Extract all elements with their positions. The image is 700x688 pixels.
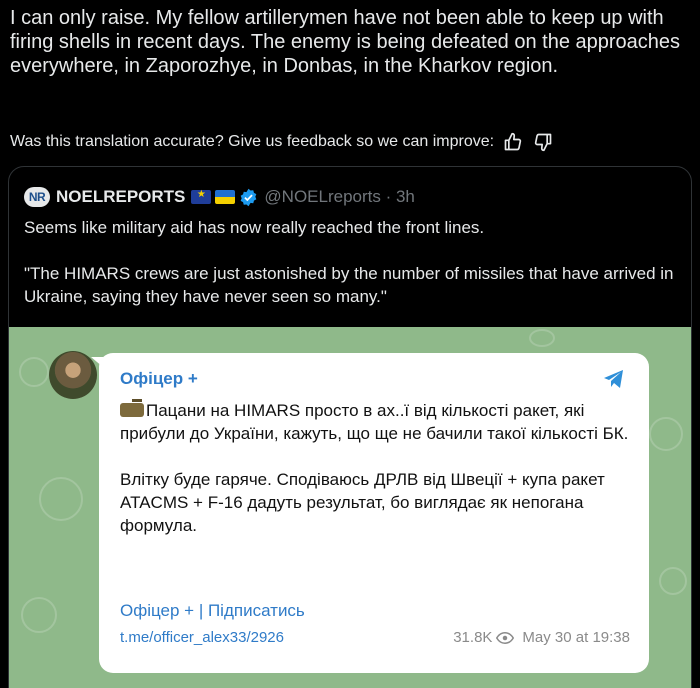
quoted-tweet-text: Seems like military aid has now really r…: [24, 216, 674, 331]
telegram-post-url[interactable]: t.me/officer_alex33/2926: [120, 629, 284, 646]
telegram-meta: 31.8K May 30 at 19:38: [453, 629, 630, 646]
avatar[interactable]: NR: [24, 187, 50, 207]
feedback-prompt: Was this translation accurate? Give us f…: [10, 133, 495, 150]
view-count: 31.8K: [453, 629, 493, 646]
translation-feedback: Was this translation accurate? Give us f…: [10, 131, 554, 153]
avatar[interactable]: [49, 351, 97, 399]
telegram-paragraph-text: Пацани на HIMARS просто в ах..ї від кіль…: [120, 401, 629, 443]
quoted-tweet-header: NR NOELREPORTS @NOELreports · 3h: [24, 185, 415, 209]
telegram-message-text: Пацани на HIMARS просто в ах..ї від кіль…: [120, 399, 630, 560]
author-name[interactable]: NOELREPORTS: [56, 187, 185, 207]
wallpaper-doodle: [659, 567, 687, 595]
wallpaper-doodle: [19, 357, 49, 387]
quote-paragraph: "The HIMARS crews are just astonished by…: [24, 264, 674, 306]
verified-icon: [241, 188, 257, 206]
quoted-tweet[interactable]: NR NOELREPORTS @NOELreports · 3h Seems l…: [8, 166, 692, 688]
wallpaper-doodle: [649, 417, 683, 451]
translated-text: I can only raise. My fellow artillerymen…: [10, 7, 681, 77]
telegram-message-bubble: Офіцер + Пацани на HIMARS просто в ах..ї…: [99, 353, 649, 673]
tank-emoji-icon: [120, 399, 144, 417]
telegram-subscribe-link[interactable]: Офіцер + | Підписатись: [120, 601, 305, 621]
eu-flag-icon: [191, 189, 212, 204]
thumbs-down-icon[interactable]: [532, 131, 554, 153]
telegram-channel-name[interactable]: Офіцер +: [120, 369, 198, 389]
ukraine-flag-icon: [215, 190, 236, 204]
post-date: May 30 at 19:38: [522, 629, 630, 646]
wallpaper-doodle: [529, 329, 555, 347]
telegram-send-icon: [604, 370, 623, 388]
eye-icon: [496, 631, 515, 644]
telegram-paragraph: Пацани на HIMARS просто в ах..ї від кіль…: [120, 399, 630, 445]
wallpaper-doodle: [21, 597, 57, 633]
handle-timestamp[interactable]: @NOELreports · 3h: [264, 187, 414, 207]
thumbs-up-icon[interactable]: [502, 131, 524, 153]
telegram-paragraph: Влітку буде гаряче. Сподіваюсь ДРЛВ від …: [120, 470, 605, 535]
wallpaper-doodle: [39, 477, 83, 521]
quote-paragraph: Seems like military aid has now really r…: [24, 218, 485, 237]
telegram-footer: t.me/officer_alex33/2926 31.8K May 30 at…: [120, 629, 630, 646]
telegram-screenshot[interactable]: Офіцер + Пацани на HIMARS просто в ах..ї…: [9, 327, 691, 688]
